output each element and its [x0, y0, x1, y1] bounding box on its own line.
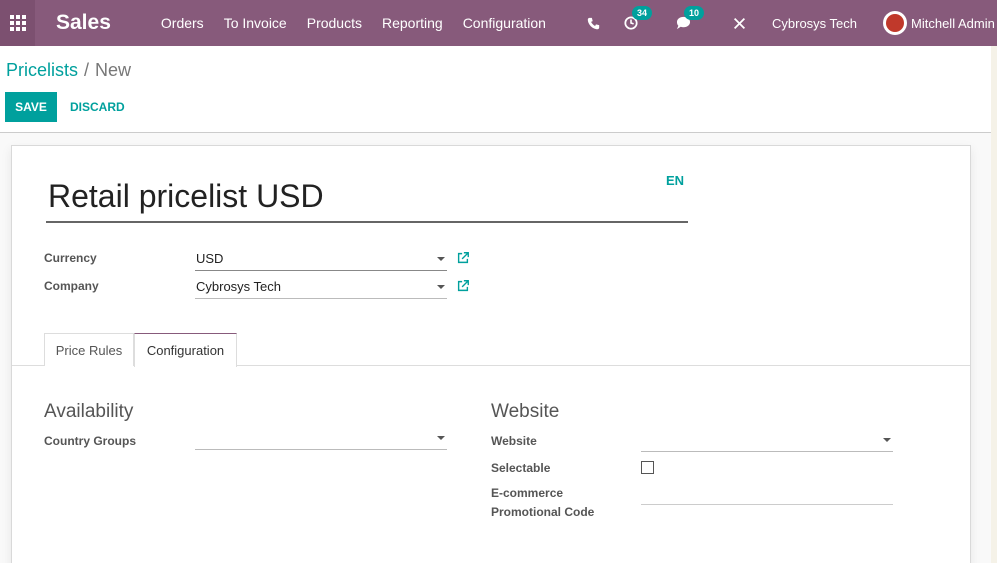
external-link-icon[interactable]: [456, 279, 470, 293]
country-groups-label: Country Groups: [44, 434, 136, 448]
activity-clock-icon[interactable]: 34: [624, 6, 653, 30]
breadcrumb: Pricelists / New: [6, 60, 131, 81]
country-groups-select[interactable]: [195, 426, 447, 450]
tab-configuration[interactable]: Configuration: [134, 333, 237, 367]
chevron-down-icon: [437, 436, 445, 440]
apps-grid-icon: [9, 15, 26, 31]
messages-chat-icon[interactable]: 10: [676, 6, 705, 30]
form-sheet: Retail pricelist USD EN Currency USD Com…: [11, 145, 971, 563]
currency-label: Currency: [44, 251, 97, 265]
currency-select[interactable]: USD: [195, 247, 447, 271]
website-select[interactable]: [641, 428, 893, 452]
user-name: Mitchell Admin: [911, 15, 995, 31]
company-switcher[interactable]: Cybrosys Tech: [772, 16, 857, 31]
company-value: Cybrosys Tech: [196, 279, 282, 294]
app-name: Sales: [56, 11, 111, 34]
background-window-edge: [991, 46, 997, 563]
main-menu: Orders To Invoice Products Reporting Con…: [151, 0, 556, 46]
top-navbar: Sales Orders To Invoice Products Reporti…: [0, 0, 997, 46]
chevron-down-icon: [883, 438, 891, 442]
currency-value: USD: [196, 251, 224, 266]
ecommerce-code-input[interactable]: [641, 504, 893, 505]
ecommerce-label-line1: E-commerce: [491, 486, 564, 500]
selectable-label: Selectable: [491, 461, 551, 475]
external-link-icon[interactable]: [456, 251, 470, 265]
ecommerce-label-line2: Promotional Code: [491, 505, 595, 519]
tab-price-rules[interactable]: Price Rules: [44, 333, 134, 366]
website-label: Website: [491, 434, 537, 448]
menu-item-orders[interactable]: Orders: [151, 0, 214, 46]
selectable-checkbox[interactable]: [641, 461, 654, 474]
systray: 34 10 Cybrosys Tech Mitchell Admin: [575, 0, 995, 46]
chevron-down-icon: [437, 257, 445, 261]
menu-item-to-invoice[interactable]: To Invoice: [214, 0, 297, 46]
breadcrumb-separator: /: [84, 60, 90, 80]
breadcrumb-current: New: [95, 60, 132, 80]
pricelist-name-input[interactable]: Retail pricelist USD: [46, 176, 688, 223]
phone-icon[interactable]: [587, 17, 600, 30]
availability-section-title: Availability: [44, 401, 134, 422]
website-section-title: Website: [491, 401, 560, 422]
language-button[interactable]: EN: [666, 173, 684, 188]
debug-tools-icon[interactable]: [733, 17, 746, 30]
company-select[interactable]: Cybrosys Tech: [195, 275, 447, 299]
user-menu[interactable]: Mitchell Admin: [883, 11, 995, 35]
breadcrumb-pricelists-link[interactable]: Pricelists: [6, 60, 78, 80]
menu-item-configuration[interactable]: Configuration: [453, 0, 556, 46]
save-button[interactable]: SAVE: [5, 92, 57, 122]
activity-count-badge: 34: [632, 6, 653, 20]
message-count-badge: 10: [684, 6, 705, 20]
menu-item-products[interactable]: Products: [297, 0, 372, 46]
user-avatar: [883, 11, 908, 35]
menu-item-reporting[interactable]: Reporting: [372, 0, 453, 46]
chevron-down-icon: [437, 285, 445, 289]
control-panel: Pricelists / New SAVE DISCARD: [0, 46, 991, 133]
apps-menu-button[interactable]: [0, 0, 35, 46]
discard-button[interactable]: DISCARD: [70, 92, 125, 122]
company-label: Company: [44, 279, 99, 293]
